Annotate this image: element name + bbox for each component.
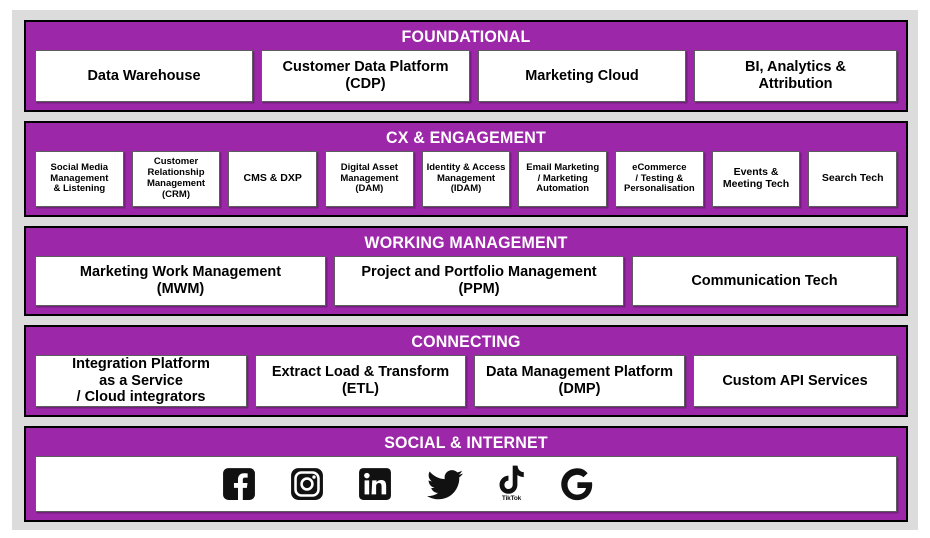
- band-social-internet: SOCIAL & INTERNET TikTok: [24, 426, 908, 522]
- capability-box-etl[interactable]: Extract Load & Transform (ETL): [255, 355, 466, 407]
- layer-stack: FOUNDATIONAL Data Warehouse Customer Dat…: [24, 20, 908, 522]
- capability-box-dmp[interactable]: Data Management Platform (DMP): [474, 355, 685, 407]
- band-cx-engagement: CX & ENGAGEMENT Social Media Management & …: [24, 121, 908, 217]
- band-working-management: WORKING MANAGEMENT Marketing Work Manage…: [24, 226, 908, 316]
- capability-box-mwm[interactable]: Marketing Work Management (MWM): [35, 256, 326, 306]
- band-title-social-internet: SOCIAL & INTERNET: [384, 433, 548, 452]
- capability-box-events-meeting-tech[interactable]: Events & Meeting Tech: [711, 151, 801, 207]
- capability-box-custom-api-services[interactable]: Custom API Services: [693, 355, 897, 407]
- band-title-foundational: FOUNDATIONAL: [401, 27, 531, 46]
- google-icon[interactable]: [560, 467, 594, 501]
- capability-box-ipaas[interactable]: Integration Platform as a Service / Cloud …: [35, 355, 247, 407]
- instagram-icon[interactable]: [290, 467, 324, 501]
- capability-box-cdp[interactable]: Customer Data Platform (CDP): [261, 50, 470, 102]
- band-title-connecting: CONNECTING: [411, 332, 521, 351]
- tiktok-icon[interactable]: TikTok: [498, 465, 526, 502]
- twitter-icon[interactable]: [426, 467, 464, 501]
- band-foundational: FOUNDATIONAL Data Warehouse Customer Dat…: [24, 20, 908, 112]
- band-connecting: CONNECTING Integration Platform as a Serv…: [24, 325, 908, 417]
- band-boxes-social-internet: TikTok: [35, 456, 897, 512]
- band-boxes-cx-engagement: Social Media Management & Listening Custom…: [35, 151, 898, 207]
- diagram-canvas: FOUNDATIONAL Data Warehouse Customer Dat…: [0, 0, 930, 538]
- capability-box-ecommerce-testing-personalisation[interactable]: eCommerce / Testing & Personalisation: [615, 151, 704, 207]
- band-title-working-management: WORKING MANAGEMENT: [364, 233, 568, 252]
- band-title-cx-engagement: CX & ENGAGEMENT: [386, 128, 546, 147]
- band-boxes-working-management: Marketing Work Management (MWM) Project a…: [35, 256, 897, 306]
- capability-box-social-media-management[interactable]: Social Media Management & Listening: [35, 151, 124, 207]
- facebook-icon[interactable]: [222, 467, 256, 501]
- band-boxes-foundational: Data Warehouse Customer Data Platform (CD…: [35, 50, 897, 102]
- capability-box-bi-analytics-attribution[interactable]: BI, Analytics & Attribution: [694, 50, 897, 102]
- capability-box-marketing-cloud[interactable]: Marketing Cloud: [478, 50, 686, 102]
- capability-box-data-warehouse[interactable]: Data Warehouse: [35, 50, 253, 102]
- capability-box-idam[interactable]: Identity & Access Management (IDAM): [421, 151, 511, 207]
- capability-box-cms-dxp[interactable]: CMS & DXP: [228, 151, 318, 207]
- linkedin-icon[interactable]: [358, 467, 392, 501]
- capability-box-dam[interactable]: Digital Asset Management (DAM): [325, 151, 414, 207]
- capability-box-email-marketing-automation[interactable]: Email Marketing / Marketing Automation: [518, 151, 608, 207]
- capability-box-crm[interactable]: Customer Relationship Management (CRM): [131, 151, 221, 207]
- capability-box-search-tech[interactable]: Search Tech: [808, 151, 898, 207]
- capability-box-communication-tech[interactable]: Communication Tech: [632, 256, 897, 306]
- band-boxes-connecting: Integration Platform as a Service / Cloud …: [35, 355, 897, 407]
- tiktok-label: TikTok: [501, 495, 522, 503]
- capability-box-ppm[interactable]: Project and Portfolio Management (PPM): [334, 256, 624, 306]
- social-icons-container: TikTok: [35, 456, 897, 512]
